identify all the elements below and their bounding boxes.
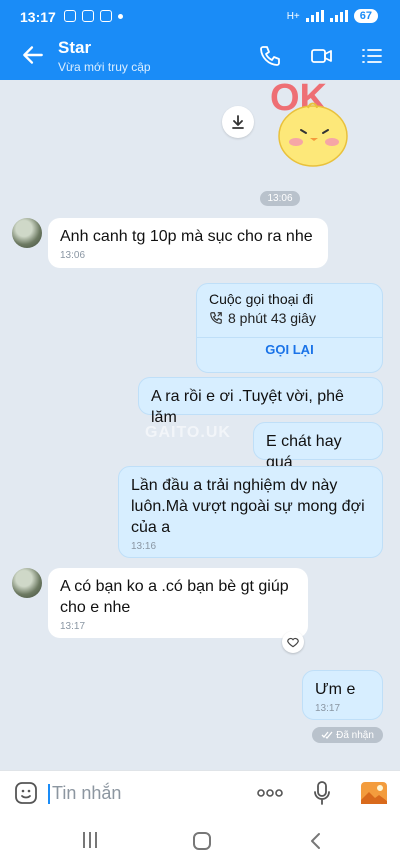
more-notifications-icon (118, 14, 123, 19)
download-button[interactable] (222, 106, 254, 138)
message-text: Lần đầu a trải nghiệm dv này luôn.Mà vượ… (131, 477, 365, 536)
text-caret (48, 784, 50, 804)
received-label: Đã nhận (336, 729, 374, 741)
message-time: 13:17 (60, 621, 86, 632)
call-back-button[interactable]: GỌI LẠI (197, 342, 382, 357)
menu-list-icon[interactable] (360, 44, 384, 68)
microphone-icon[interactable] (312, 780, 332, 806)
chat-area[interactable]: OK 13:06 GAITO.UK Anh canh tg 10p mà sục… (0, 80, 400, 770)
message-input[interactable]: Tin nhắn (52, 783, 121, 804)
message-text: A ra rồi e ơi .Tuyệt vời, phê lăm (151, 388, 344, 426)
message-bubble-incoming[interactable]: A có bạn ko a .có bạn bè gt giúp cho e n… (48, 568, 308, 638)
message-text: Ưm e (315, 681, 356, 698)
call-card[interactable]: Cuộc gọi thoại đi 8 phút 43 giây GỌI LẠI (196, 283, 383, 373)
message-bubble-outgoing[interactable]: A ra rồi e ơi .Tuyệt vời, phê lăm (138, 377, 383, 426)
battery-level: 67 (353, 9, 378, 23)
call-duration-row: 8 phút 43 giây (209, 310, 316, 326)
sticker-image[interactable]: OK (268, 80, 378, 176)
status-time: 13:17 (20, 9, 56, 25)
network-type: H+ (286, 10, 300, 22)
message-time: 13:06 (60, 250, 86, 261)
contact-status: Vừa mới truy cập (58, 60, 151, 74)
status-bar: 13:17 H+ 67 (0, 0, 400, 32)
message-time: 13:16 (131, 541, 157, 552)
message-text: Anh canh tg 10p mà sục cho ra nhe (60, 228, 313, 245)
heart-icon (287, 637, 299, 648)
message-text: A có bạn ko a .có bạn bè gt giúp cho e n… (60, 578, 289, 616)
zalo-notification-icon (82, 10, 94, 22)
message-time: 13:17 (315, 703, 341, 714)
received-status: Đã nhận (312, 727, 383, 743)
signal-2-icon (329, 10, 348, 22)
contact-name[interactable]: Star (58, 38, 91, 58)
phone-call-icon[interactable] (258, 44, 282, 68)
more-options-icon[interactable] (256, 785, 284, 801)
system-navigation-bar (0, 816, 400, 866)
back-arrow-icon[interactable] (20, 42, 46, 68)
recents-icon[interactable] (81, 832, 99, 850)
message-bubble-outgoing[interactable]: E chát hay quá (253, 422, 383, 471)
message-bubble-incoming[interactable]: Anh canh tg 10p mà sục cho ra nhe 13:06 (48, 218, 328, 268)
message-bubble-outgoing[interactable]: Lần đầu a trải nghiệm dv này luôn.Mà vượ… (118, 466, 383, 558)
outgoing-call-icon (210, 312, 222, 324)
image-gallery-icon[interactable] (360, 779, 388, 807)
message-bubble-outgoing[interactable]: Ưm e 13:17 (302, 670, 383, 720)
heart-app-icon (100, 10, 112, 22)
signal-icon (305, 10, 324, 22)
home-icon[interactable] (193, 832, 211, 850)
message-input-bar: Tin nhắn (0, 770, 400, 816)
time-divider: 13:06 (260, 191, 300, 206)
download-icon (232, 115, 244, 129)
status-right: H+ 67 (287, 9, 378, 23)
react-heart-button[interactable] (282, 631, 304, 653)
notification-icons (64, 10, 123, 22)
top-bar: 13:17 H+ 67 Star Vừa mới truy cập (0, 0, 400, 80)
call-title: Cuộc gọi thoại đi (209, 291, 314, 307)
emoji-sticker-icon[interactable] (14, 781, 38, 805)
contact-avatar[interactable] (12, 568, 42, 598)
call-divider (197, 337, 382, 338)
call-duration: 8 phút 43 giây (228, 310, 316, 326)
notification-app-icon (64, 10, 76, 22)
chat-header: Star Vừa mới truy cập (0, 32, 400, 80)
double-check-icon (321, 731, 333, 739)
contact-avatar[interactable] (12, 218, 42, 248)
system-back-icon[interactable] (306, 831, 326, 851)
video-call-icon[interactable] (310, 44, 334, 68)
